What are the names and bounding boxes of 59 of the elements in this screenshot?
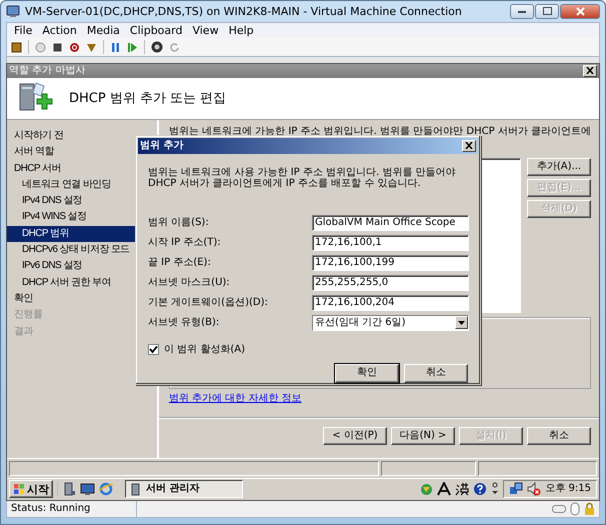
activate-checkbox[interactable] xyxy=(148,344,159,356)
wizard-button[interactable]: 취소 xyxy=(527,426,591,445)
window-title: VM-Server-01(DC,DHCP,DNS,TS) on WIN2K8-MAIN - Virtual Machine Connection xyxy=(25,4,462,18)
page-heading: DHCP 범위 추가 또는 편집 xyxy=(69,90,226,106)
field-label: 끝 IP 주소(E): xyxy=(148,256,212,269)
taskbar-task[interactable]: 서버 관리자 xyxy=(125,480,243,498)
server-icon xyxy=(130,482,142,496)
dialog-title: 범위 추가 xyxy=(140,140,184,152)
browser-icon[interactable] xyxy=(99,482,113,496)
menu-item[interactable]: Action xyxy=(37,24,82,38)
dialog-description: 범위는 네트워크에 사용 가능한 IP 주소 범위입니다. 범위를 만들어야 DHCP 서버가 클라이언트에게 IP 주소를 배포할 수 있습니다. xyxy=(148,166,457,191)
font-a-icon[interactable] xyxy=(437,482,452,496)
wizard-button[interactable]: < 이전(P) xyxy=(323,426,387,445)
input-field[interactable]: 172,16,100,204 xyxy=(312,294,469,311)
turn-off-icon[interactable] xyxy=(52,42,63,53)
menu-item[interactable]: Media xyxy=(82,24,125,38)
hanja-icon[interactable] xyxy=(455,482,470,496)
input-field[interactable]: 255,255,255,0 xyxy=(312,274,469,291)
server-manager-icon[interactable] xyxy=(62,482,76,496)
dropdown-arrow-icon xyxy=(458,320,465,325)
shut-down-icon[interactable] xyxy=(69,42,80,53)
close-icon xyxy=(576,6,584,16)
help-icon[interactable] xyxy=(473,482,488,496)
input-field[interactable]: 172,16,100,1 xyxy=(312,234,469,251)
field-label: 서브넷 유형(B): xyxy=(148,316,220,329)
minimize-button[interactable] xyxy=(510,4,534,19)
windows-logo-icon xyxy=(13,483,25,496)
start-button[interactable]: 시작 xyxy=(9,480,53,498)
subnet-type-dropdown[interactable]: 유선(임대 기간 6일) xyxy=(312,314,469,331)
status-text: Status: Running xyxy=(11,502,90,515)
input-field[interactable]: 172,16,100,199 xyxy=(312,254,469,271)
lock-icon xyxy=(584,502,595,516)
close-icon xyxy=(586,67,594,74)
menu-item[interactable]: Clipboard xyxy=(124,24,188,38)
wizard-title: 역할 추가 마법사 xyxy=(9,64,86,77)
resume-icon[interactable] xyxy=(127,42,138,53)
vm-connection-icon xyxy=(6,4,20,18)
checkbox-label: 이 범위 활성화(A) xyxy=(164,344,246,356)
maximize-icon xyxy=(542,7,552,16)
maximize-button[interactable] xyxy=(535,4,559,19)
scope-button[interactable]: 추가(A)... xyxy=(527,158,591,176)
menu-item[interactable]: Help xyxy=(224,24,259,38)
close-icon xyxy=(465,142,473,150)
menu-item[interactable]: View xyxy=(187,24,224,38)
input-field[interactable]: GlobalVM Main Office Scope xyxy=(312,214,469,231)
intro-text: 범위는 네트워크에 가능한 IP 주소 범위입니다. 범위를 만들어야만 DHCP 서버가 클라이언트에 xyxy=(168,126,591,138)
wizard-button[interactable]: 다음(N) > xyxy=(391,426,455,445)
pause-icon[interactable] xyxy=(110,42,121,53)
monitor-icon[interactable] xyxy=(80,482,95,496)
field-label: 기본 게이트웨이(옵션)(D): xyxy=(148,296,269,309)
speaker-muted-icon[interactable] xyxy=(527,482,542,496)
clock: 오후 9:15 xyxy=(545,483,591,496)
dialog-button[interactable]: 확인 xyxy=(335,364,399,383)
keyboard-icon xyxy=(552,504,566,513)
network-icon[interactable] xyxy=(509,482,524,496)
help-link[interactable]: 범위 추가에 대한 자세한 정보 xyxy=(168,392,302,405)
dialog-button[interactable]: 취소 xyxy=(404,364,468,383)
menu-item[interactable]: File xyxy=(9,24,38,38)
field-label: 서브넷 마스크(U): xyxy=(148,276,231,289)
